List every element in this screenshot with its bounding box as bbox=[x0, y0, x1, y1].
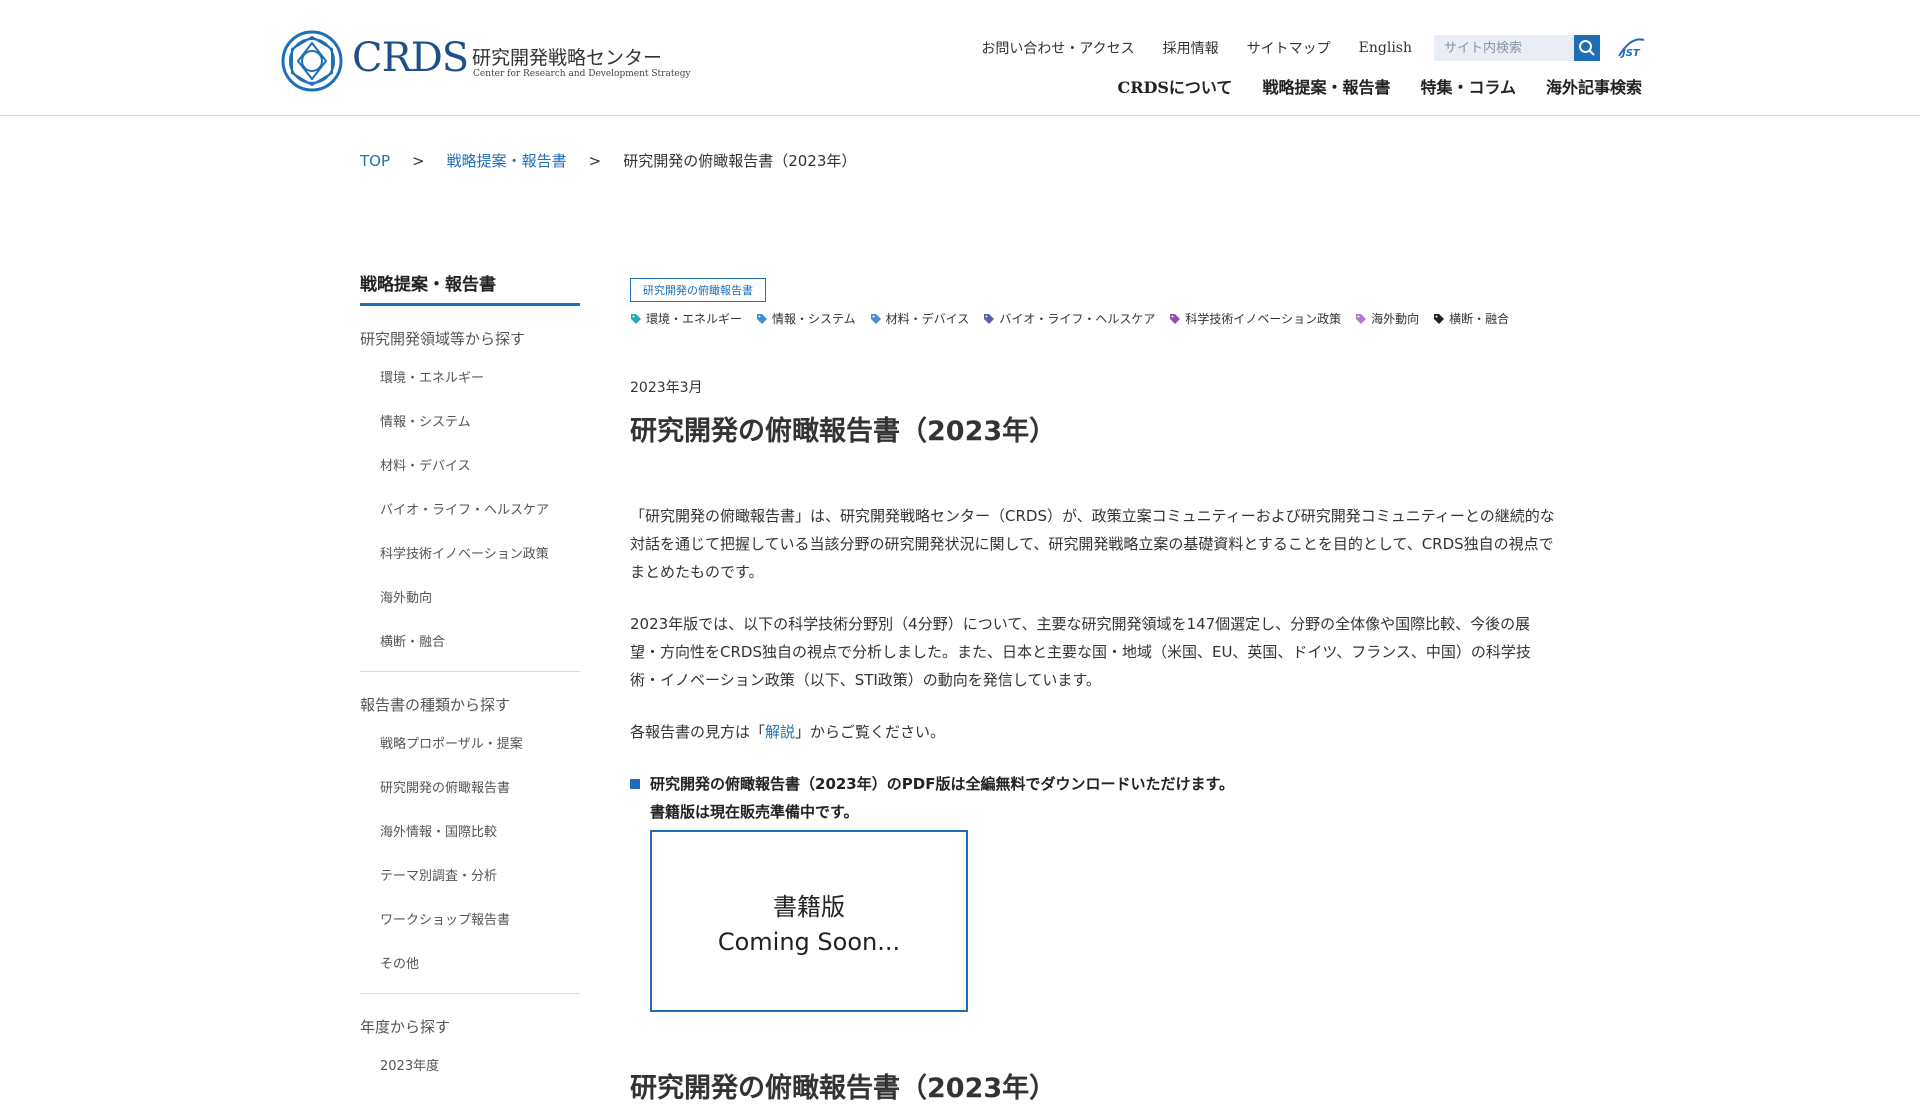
breadcrumb-separator: > bbox=[412, 151, 425, 170]
guide-link[interactable]: 解説 bbox=[765, 723, 795, 741]
sidebar-item-strategic-proposals[interactable]: 戦略プロポーザル・提案 bbox=[360, 723, 580, 767]
util-link-recruit[interactable]: 採用情報 bbox=[1163, 38, 1219, 58]
tag-label: 環境・エネルギー bbox=[646, 312, 743, 326]
sidebar-divider bbox=[360, 671, 580, 672]
tag-label: 科学技術イノベーション政策 bbox=[1185, 312, 1342, 326]
sidebar-list-field: 環境・エネルギー 情報・システム 材料・デバイス バイオ・ライフ・ヘルスケア 科… bbox=[360, 357, 580, 665]
tag-label: 情報・システム bbox=[772, 312, 856, 326]
tag-environment-energy[interactable]: 環境・エネルギー bbox=[630, 310, 742, 327]
guide-prefix: 各報告書の見方は「 bbox=[630, 723, 766, 741]
tag-icon bbox=[984, 313, 995, 324]
sidebar-item-overseas-trends[interactable]: 海外動向 bbox=[360, 577, 580, 621]
book-label: 書籍版 bbox=[773, 892, 845, 921]
breadcrumb-reports[interactable]: 戦略提案・報告書 bbox=[447, 150, 567, 171]
sidebar-title[interactable]: 戦略提案・報告書 bbox=[360, 270, 580, 306]
nav-reports[interactable]: 戦略提案・報告書 bbox=[1262, 74, 1390, 98]
tag-sti-policy[interactable]: 科学技術イノベーション政策 bbox=[1169, 310, 1341, 327]
main-content: 研究開発の俯瞰報告書 環境・エネルギー 情報・システム 材料・デバイス バイオ・… bbox=[630, 278, 1555, 1105]
publication-date: 2023年3月 bbox=[630, 380, 703, 396]
sidebar-heading-report-type[interactable]: 報告書の種類から探す bbox=[360, 694, 580, 715]
util-link-contact[interactable]: お問い合わせ・アクセス bbox=[981, 38, 1134, 58]
guide-paragraph: 各報告書の見方は「解説」からご覧ください。 bbox=[630, 718, 1555, 746]
sidebar-item-materials-devices[interactable]: 材料・デバイス bbox=[360, 445, 580, 489]
main-nav: CRDSについて 戦略提案・報告書 特集・コラム 海外記事検索 bbox=[1087, 74, 1642, 98]
jst-logo-icon[interactable]: JST bbox=[1616, 34, 1646, 62]
crds-emblem-icon bbox=[281, 30, 343, 92]
sidebar-item-bio-life-healthcare[interactable]: バイオ・ライフ・ヘルスケア bbox=[360, 489, 580, 533]
tag-icon bbox=[1170, 313, 1181, 324]
square-bullet-icon bbox=[630, 779, 640, 789]
sidebar-item-information-systems[interactable]: 情報・システム bbox=[360, 401, 580, 445]
breadcrumb: TOP > 戦略提案・報告書 > 研究開発の俯瞰報告書（2023年） bbox=[360, 150, 856, 171]
notice-line-book: 書籍版は現在販売準備中です。 bbox=[650, 803, 859, 821]
sidebar-item-year-2023[interactable]: 2023年度 bbox=[360, 1045, 580, 1089]
tag-icon bbox=[631, 313, 641, 324]
logo-english-name: Center for Research and Development Stra… bbox=[473, 69, 691, 79]
site-header: CRDS 研究開発戦略センター Center for Research and … bbox=[0, 0, 1920, 116]
crds-logo[interactable]: CRDS 研究開発戦略センター Center for Research and … bbox=[280, 29, 691, 95]
guide-suffix: 」からご覧ください。 bbox=[795, 723, 946, 741]
util-link-sitemap[interactable]: サイトマップ bbox=[1247, 38, 1331, 58]
sidebar-heading-field[interactable]: 研究開発領域等から探す bbox=[360, 328, 580, 349]
logo-japanese-name: 研究開発戦略センター bbox=[472, 47, 663, 69]
breadcrumb-separator: > bbox=[588, 151, 602, 170]
tag-bio-life-healthcare[interactable]: バイオ・ライフ・ヘルスケア bbox=[983, 310, 1155, 327]
category-badge[interactable]: 研究開発の俯瞰報告書 bbox=[630, 278, 766, 302]
jst-logo-text: JST bbox=[1620, 48, 1641, 59]
site-search-input[interactable] bbox=[1434, 35, 1574, 61]
tag-icon bbox=[1356, 313, 1367, 324]
sidebar-item-cross-disciplinary[interactable]: 横断・融合 bbox=[360, 621, 580, 665]
breadcrumb-top[interactable]: TOP bbox=[360, 152, 390, 170]
book-coming-soon-banner[interactable]: 書籍版 Coming Soon... bbox=[650, 830, 968, 1012]
sidebar-divider bbox=[360, 993, 580, 994]
sidebar-item-environment-energy[interactable]: 環境・エネルギー bbox=[360, 357, 580, 401]
nav-about[interactable]: CRDSについて bbox=[1117, 74, 1232, 98]
sidebar-item-sti-policy[interactable]: 科学技術イノベーション政策 bbox=[360, 533, 580, 577]
tag-list: 環境・エネルギー 情報・システム 材料・デバイス バイオ・ライフ・ヘルスケア 科… bbox=[630, 310, 1550, 327]
tag-icon bbox=[757, 313, 768, 324]
nav-overseas-search[interactable]: 海外記事検索 bbox=[1546, 74, 1642, 98]
breadcrumb-current: 研究開発の俯瞰報告書（2023年） bbox=[623, 152, 857, 170]
sidebar: 戦略提案・報告書 研究開発領域等から探す 環境・エネルギー 情報・システム 材料… bbox=[360, 270, 580, 1089]
notice-line-pdf: 研究開発の俯瞰報告書（2023年）のPDF版は全編無料でダウンロードいただけます… bbox=[650, 775, 1234, 793]
sidebar-item-other[interactable]: その他 bbox=[360, 943, 580, 987]
tag-label: 材料・デバイス bbox=[885, 312, 970, 326]
sidebar-item-workshop-reports[interactable]: ワークショップ報告書 bbox=[360, 899, 580, 943]
logo-text: CRDS bbox=[352, 35, 469, 81]
utility-nav: お問い合わせ・アクセス 採用情報 サイトマップ English JST bbox=[953, 34, 1646, 62]
page-title: 研究開発の俯瞰報告書（2023年） bbox=[630, 416, 1057, 447]
sidebar-item-international-comparison[interactable]: 海外情報・国際比較 bbox=[360, 811, 580, 855]
search-button[interactable] bbox=[1574, 35, 1600, 61]
search-icon bbox=[1579, 40, 1595, 56]
sidebar-item-panoramic-reports[interactable]: 研究開発の俯瞰報告書 bbox=[360, 767, 580, 811]
tag-information-systems[interactable]: 情報・システム bbox=[756, 310, 856, 327]
tag-icon bbox=[870, 313, 881, 324]
tag-cross-disciplinary[interactable]: 横断・融合 bbox=[1433, 310, 1509, 327]
tag-overseas-trends[interactable]: 海外動向 bbox=[1355, 310, 1419, 327]
tag-label: 横断・融合 bbox=[1449, 312, 1510, 326]
edition-paragraph: 2023年版では、以下の科学技術分野別（4分野）について、主要な研究開発領域を1… bbox=[630, 615, 1531, 689]
sidebar-item-thematic-research[interactable]: テーマ別調査・分析 bbox=[360, 855, 580, 899]
intro-paragraph: 「研究開発の俯瞰報告書」は、研究開発戦略センター（CRDS）が、政策立案コミュニ… bbox=[630, 507, 1555, 581]
util-link-english[interactable]: English bbox=[1359, 40, 1412, 56]
nav-features[interactable]: 特集・コラム bbox=[1420, 74, 1516, 98]
section-title: 研究開発の俯瞰報告書（2023年） bbox=[630, 1073, 1057, 1104]
tag-materials-devices[interactable]: 材料・デバイス bbox=[870, 310, 970, 327]
sidebar-list-report-type: 戦略プロポーザル・提案 研究開発の俯瞰報告書 海外情報・国際比較 テーマ別調査・… bbox=[360, 723, 580, 987]
tag-label: バイオ・ライフ・ヘルスケア bbox=[999, 312, 1156, 326]
download-notice: 研究開発の俯瞰報告書（2023年）のPDF版は全編無料でダウンロードいただけます… bbox=[630, 770, 1550, 826]
sidebar-heading-year[interactable]: 年度から探す bbox=[360, 1016, 580, 1037]
sidebar-list-year: 2023年度 bbox=[360, 1045, 580, 1089]
coming-soon-label: Coming Soon... bbox=[717, 927, 901, 956]
tag-label: 海外動向 bbox=[1371, 312, 1420, 326]
tag-icon bbox=[1434, 313, 1445, 324]
